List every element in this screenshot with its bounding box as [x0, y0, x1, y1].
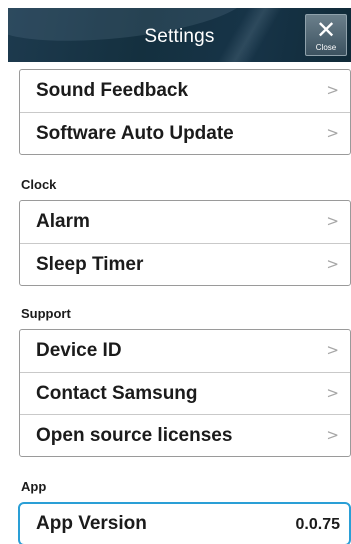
close-label: Close: [315, 43, 337, 52]
list-item-label: Sleep Timer: [36, 253, 144, 275]
list-item-app-version[interactable]: App Version 0.0.75: [20, 504, 349, 544]
chevron-right-icon: >: [326, 81, 339, 99]
list-item-contact-samsung[interactable]: Contact Samsung >: [20, 372, 350, 414]
list-item-sound-feedback[interactable]: Sound Feedback >: [20, 70, 350, 112]
close-icon: ✕: [315, 16, 337, 44]
header-bar: Settings ✕ Close: [8, 8, 351, 62]
chevron-right-icon: >: [326, 426, 339, 444]
list-item-software-auto-update[interactable]: Software Auto Update >: [20, 112, 350, 154]
chevron-right-icon: >: [326, 124, 339, 142]
section-label-support: Support: [21, 306, 71, 321]
chevron-right-icon: >: [326, 255, 339, 273]
list-item-label: Open source licenses: [36, 424, 233, 446]
clock-group: Alarm > Sleep Timer >: [19, 200, 351, 286]
close-button[interactable]: ✕ Close: [305, 14, 347, 56]
page-title: Settings: [144, 26, 215, 47]
list-item-sleep-timer[interactable]: Sleep Timer >: [20, 243, 350, 285]
list-item-label: Device ID: [36, 340, 122, 361]
list-item-open-source-licenses[interactable]: Open source licenses >: [20, 414, 350, 456]
chevron-right-icon: >: [326, 212, 339, 230]
app-version-value: 0.0.75: [295, 516, 340, 533]
support-group: Device ID > Contact Samsung > Open sourc…: [19, 329, 351, 457]
list-item-alarm[interactable]: Alarm >: [20, 201, 350, 243]
section-label-app: App: [21, 479, 47, 494]
settings-screen: Settings ✕ Close Sound Feedback > Softwa…: [0, 0, 351, 544]
list-item-label: App Version: [36, 513, 147, 534]
list-item-device-id[interactable]: Device ID >: [20, 330, 350, 372]
app-group: App Version 0.0.75: [18, 502, 351, 544]
chevron-right-icon: >: [326, 341, 339, 359]
list-item-label: Software Auto Update: [36, 122, 234, 144]
section-label-clock: Clock: [21, 177, 57, 192]
list-item-label: Contact Samsung: [36, 382, 198, 404]
list-item-label: Alarm: [36, 211, 90, 232]
chevron-right-icon: >: [326, 384, 339, 402]
general-group: Sound Feedback > Software Auto Update >: [19, 69, 351, 155]
list-item-label: Sound Feedback: [36, 80, 189, 101]
